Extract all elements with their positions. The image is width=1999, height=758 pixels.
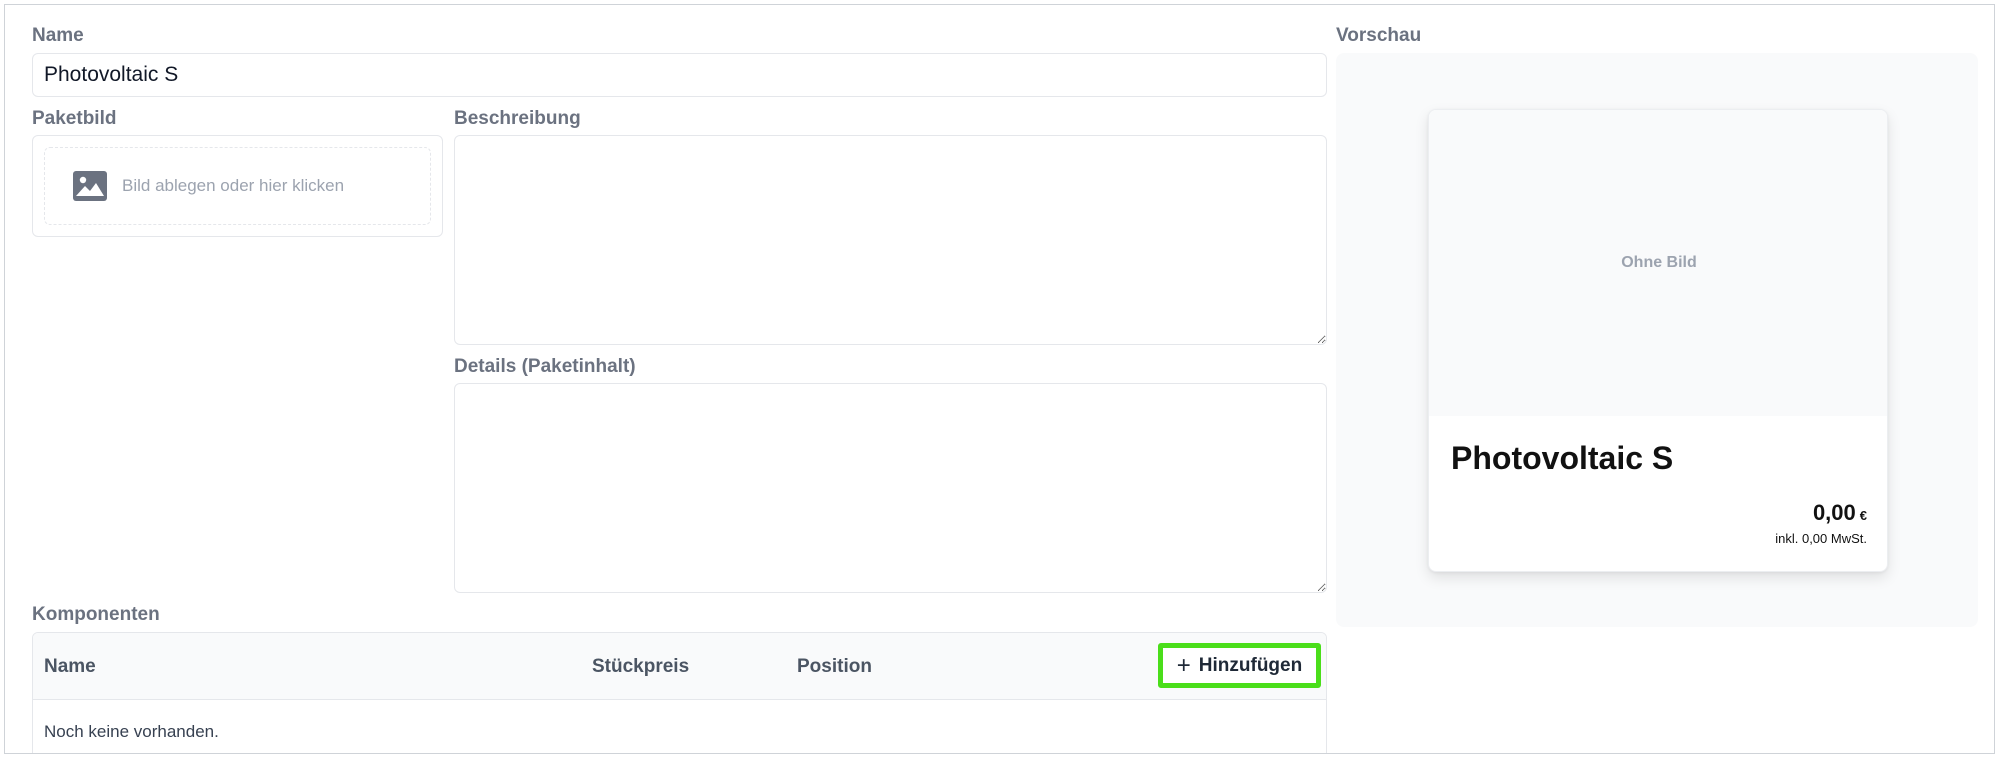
preview-panel: Ohne Bild Photovoltaic S 0,00 € inkl. 0,0… [1336, 53, 1978, 627]
description-label: Beschreibung [454, 108, 581, 129]
add-component-label: Hinzufügen [1198, 654, 1303, 676]
add-component-button[interactable]: + Hinzufügen [1158, 643, 1321, 688]
components-empty-message: Noch keine vorhanden. [44, 722, 219, 741]
column-name: Name [44, 656, 96, 677]
preview-title: Photovoltaic S [1451, 440, 1674, 476]
description-textarea[interactable] [454, 135, 1327, 345]
preview-card: Ohne Bild Photovoltaic S 0,00 € inkl. 0,0… [1428, 109, 1888, 572]
name-label: Name [32, 25, 84, 46]
components-label: Komponenten [32, 604, 160, 625]
details-textarea[interactable] [454, 383, 1327, 593]
package-image-label: Paketbild [32, 108, 117, 129]
preview-tax-text: inkl. 0,00 MwSt. [1775, 531, 1867, 546]
image-dropzone[interactable]: Bild ablegen oder hier klicken [44, 147, 431, 225]
image-dropzone-text: Bild ablegen oder hier klicken [122, 176, 345, 195]
preview-price-value: 0,00 [1812, 500, 1856, 525]
preview-currency: € [1859, 508, 1867, 523]
preview-label: Vorschau [1336, 25, 1422, 46]
package-editor: Name Paketbild Bild ablegen oder hier kl… [4, 4, 1995, 754]
components-table: Name Stückpreis Position + Hinzufügen No… [32, 632, 1327, 753]
components-table-header: Name Stückpreis Position + Hinzufügen [33, 633, 1326, 700]
details-label: Details (Paketinhalt) [454, 356, 636, 377]
preview-image-placeholder: Ohne Bild [1429, 110, 1887, 416]
column-position: Position [797, 656, 872, 677]
preview-price: 0,00 € [1813, 500, 1867, 526]
plus-icon: + [1176, 651, 1191, 679]
image-upload-container: Bild ablegen oder hier klicken [32, 135, 443, 237]
name-input[interactable] [32, 53, 1327, 97]
image-icon [73, 171, 107, 201]
column-unit-price: Stückpreis [592, 656, 690, 677]
no-image-text: Ohne Bild [1621, 254, 1697, 271]
